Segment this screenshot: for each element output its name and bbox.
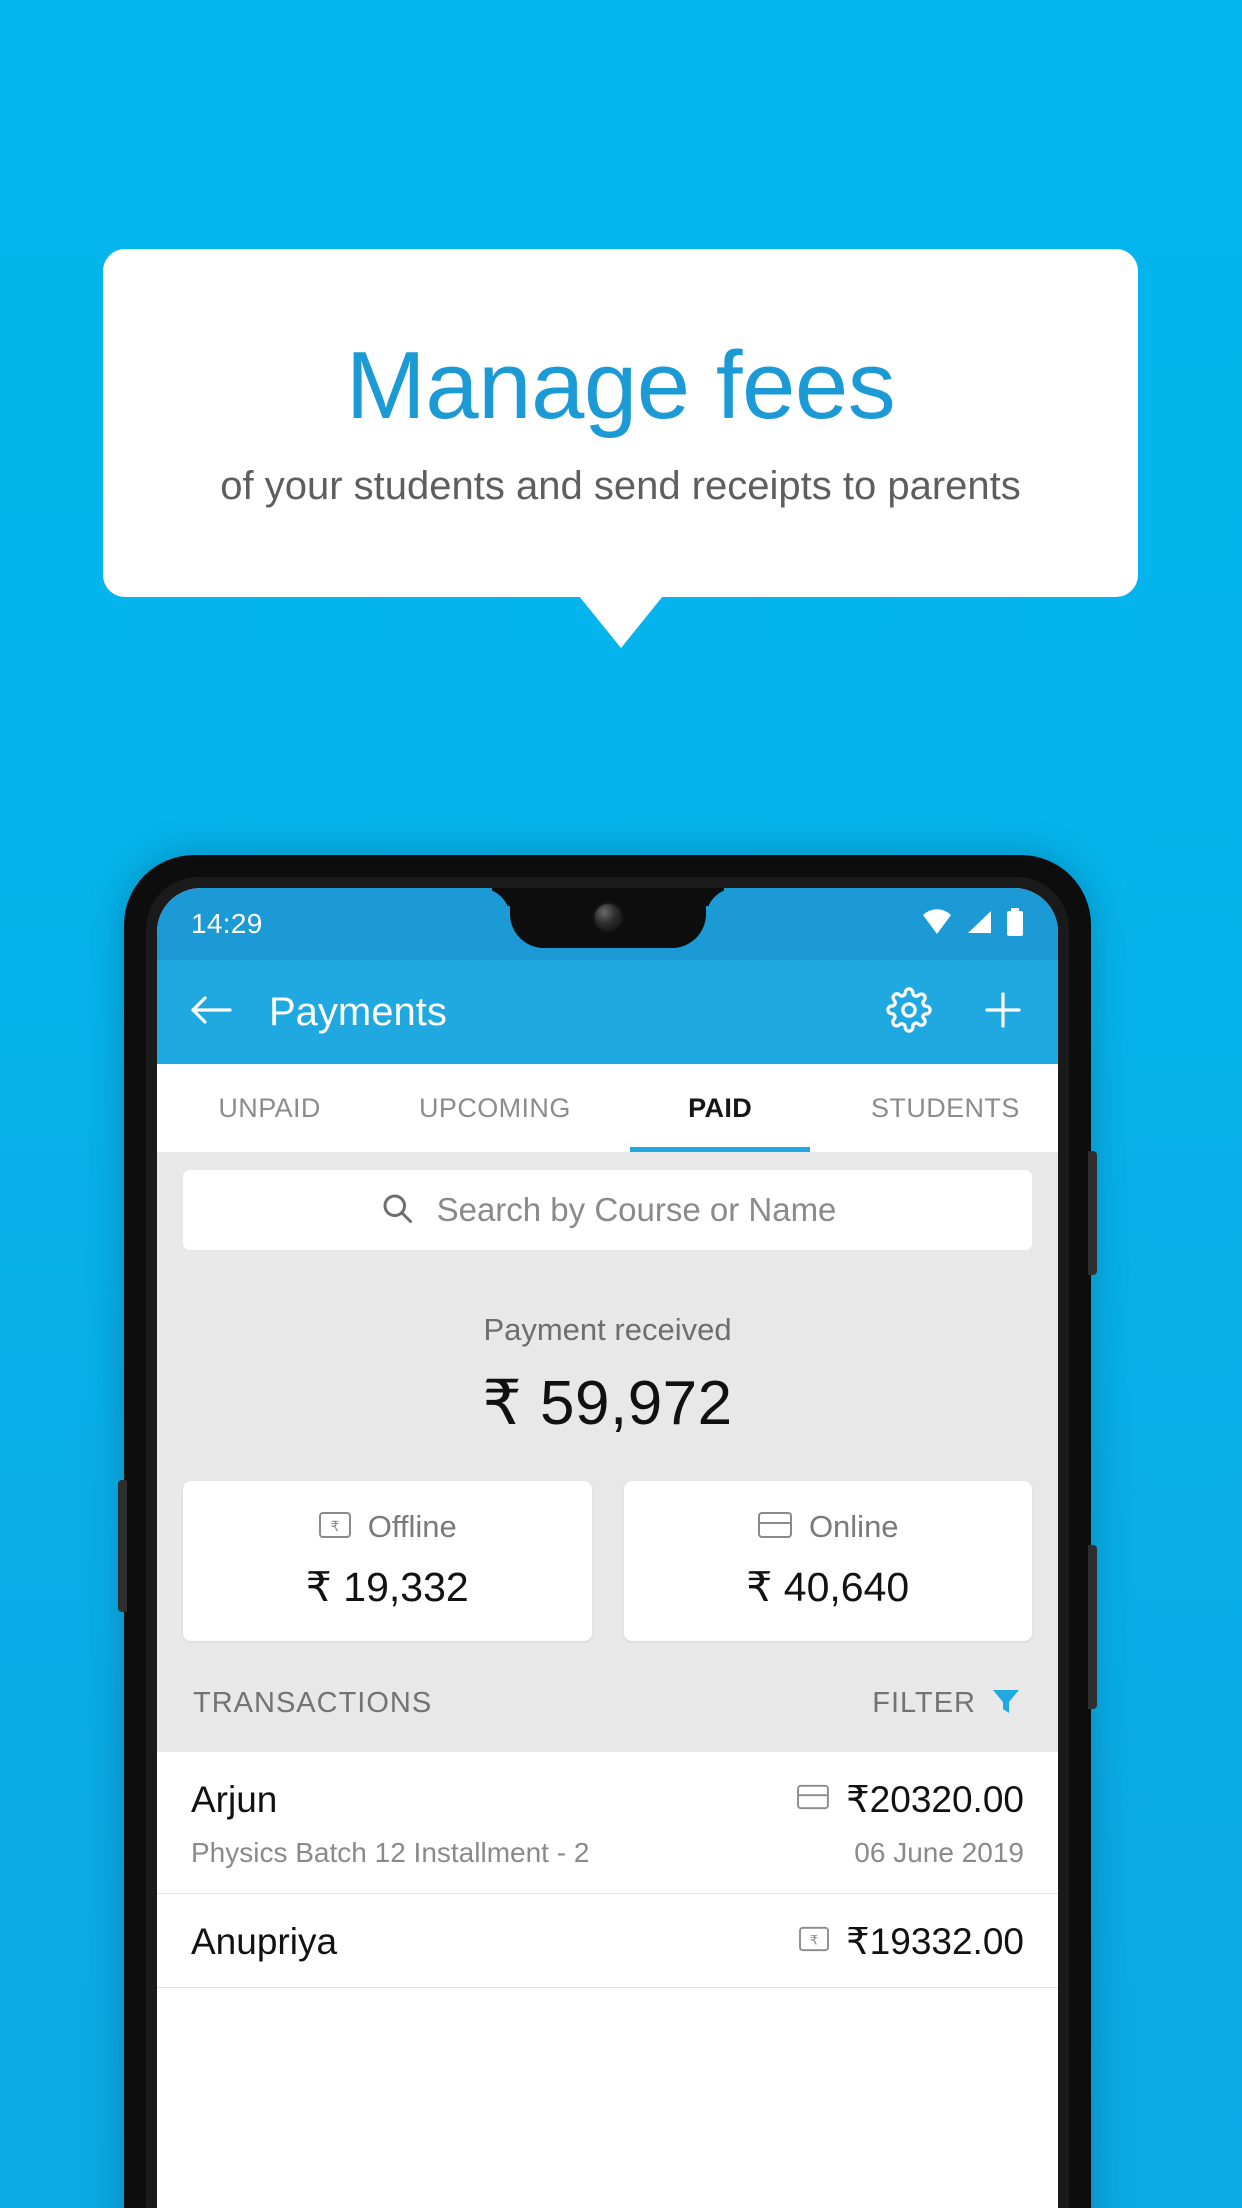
stat-card-header: Online bbox=[624, 1509, 1033, 1545]
stat-card-header: ₹ Offline bbox=[183, 1509, 592, 1545]
volume-button-right[interactable] bbox=[1088, 1545, 1097, 1709]
stat-cards: ₹ Offline ₹ 19,332 Online ₹ 40,640 bbox=[157, 1439, 1058, 1641]
wifi-icon bbox=[922, 908, 952, 940]
stat-card-amount: ₹ 40,640 bbox=[746, 1564, 910, 1610]
stat-card-amount: ₹ 19,332 bbox=[305, 1564, 469, 1610]
summary-amount: ₹ 59,972 bbox=[482, 1369, 733, 1438]
phone-mockup: 14:29 Payments UNPAID UPCOMING PAID STUD… bbox=[118, 855, 1097, 2208]
transaction-amount: ₹20320.00 bbox=[846, 1779, 1024, 1820]
section-title: TRANSACTIONS bbox=[193, 1687, 433, 1719]
tab-bar: UNPAID UPCOMING PAID STUDENTS bbox=[157, 1064, 1058, 1152]
transaction-description: Physics Batch 12 Installment - 2 bbox=[191, 1837, 590, 1868]
table-row[interactable]: Anupriya ₹ ₹19332.00 bbox=[157, 1894, 1058, 1988]
svg-text:₹: ₹ bbox=[810, 1934, 818, 1949]
tab-students[interactable]: STUDENTS bbox=[833, 1064, 1058, 1152]
bubble-tail bbox=[579, 596, 663, 648]
credit-card-icon bbox=[796, 1783, 830, 1816]
transaction-amount-group: ₹20320.00 bbox=[796, 1778, 1024, 1821]
svg-text:₹: ₹ bbox=[330, 1519, 339, 1535]
transaction-primary-row: Anupriya ₹ ₹19332.00 bbox=[191, 1920, 1024, 1963]
credit-card-icon bbox=[757, 1510, 793, 1545]
stat-card-label: Online bbox=[808, 1509, 899, 1544]
status-time: 14:29 bbox=[191, 908, 263, 939]
transaction-amount: ₹19332.00 bbox=[846, 1921, 1024, 1962]
transaction-date: 06 June 2019 bbox=[854, 1837, 1024, 1868]
table-row[interactable]: Arjun ₹20320.00 Physics Batch 12 Install… bbox=[157, 1752, 1058, 1894]
summary-label: Payment received bbox=[483, 1312, 732, 1347]
tab-unpaid[interactable]: UNPAID bbox=[157, 1064, 382, 1152]
cash-note-icon: ₹ bbox=[318, 1510, 352, 1545]
search-icon bbox=[379, 1190, 415, 1231]
transactions-header: TRANSACTIONS FILTER bbox=[157, 1641, 1058, 1752]
battery-icon bbox=[1006, 907, 1024, 941]
stat-card-online[interactable]: Online ₹ 40,640 bbox=[623, 1481, 1033, 1641]
gear-icon[interactable] bbox=[886, 986, 932, 1038]
transaction-primary-row: Arjun ₹20320.00 bbox=[191, 1778, 1024, 1821]
back-arrow-icon[interactable] bbox=[189, 991, 233, 1034]
tab-content-paid: Search by Course or Name Payment receive… bbox=[157, 1152, 1058, 1988]
page-title: Manage fees bbox=[345, 331, 896, 439]
filter-label: FILTER bbox=[872, 1687, 976, 1719]
volume-button-left[interactable] bbox=[118, 1480, 127, 1612]
app-bar-actions bbox=[886, 986, 1026, 1038]
cash-note-icon: ₹ bbox=[798, 1925, 830, 1958]
plus-icon[interactable] bbox=[980, 987, 1026, 1038]
phone-bezel: 14:29 Payments UNPAID UPCOMING PAID STUD… bbox=[146, 877, 1069, 2208]
tab-paid[interactable]: PAID bbox=[608, 1064, 833, 1152]
page-title: Payments bbox=[269, 989, 447, 1034]
display-notch bbox=[509, 888, 706, 948]
status-bar: 14:29 bbox=[157, 888, 1058, 960]
search-container: Search by Course or Name bbox=[157, 1152, 1058, 1250]
page-subtitle: of your students and send receipts to pa… bbox=[220, 464, 1021, 509]
tab-upcoming[interactable]: UPCOMING bbox=[382, 1064, 607, 1152]
payment-summary: Payment received ₹ 59,972 bbox=[157, 1250, 1058, 1439]
signal-icon bbox=[965, 909, 993, 940]
student-name: Anupriya bbox=[191, 1920, 338, 1962]
power-button-right[interactable] bbox=[1088, 1151, 1097, 1275]
student-name: Arjun bbox=[191, 1778, 278, 1820]
transaction-secondary-row: Physics Batch 12 Installment - 2 06 June… bbox=[191, 1837, 1024, 1869]
filter-button[interactable]: FILTER bbox=[872, 1685, 1022, 1722]
phone-screen: 14:29 Payments UNPAID UPCOMING PAID STUD… bbox=[157, 888, 1058, 2208]
promo-screenshot: Manage fees of your students and send re… bbox=[0, 0, 1242, 2208]
stat-card-offline[interactable]: ₹ Offline ₹ 19,332 bbox=[183, 1481, 592, 1641]
stat-card-label: Offline bbox=[367, 1509, 457, 1544]
transaction-list: Arjun ₹20320.00 Physics Batch 12 Install… bbox=[157, 1752, 1058, 1988]
front-camera-icon bbox=[594, 904, 621, 930]
search-placeholder: Search by Course or Name bbox=[436, 1191, 837, 1228]
search-input[interactable]: Search by Course or Name bbox=[183, 1170, 1032, 1250]
promo-bubble: Manage fees of your students and send re… bbox=[103, 249, 1138, 597]
status-icons bbox=[922, 907, 1024, 941]
funnel-icon bbox=[990, 1685, 1022, 1722]
transaction-amount-group: ₹ ₹19332.00 bbox=[798, 1920, 1024, 1963]
app-bar: Payments bbox=[157, 960, 1058, 1064]
